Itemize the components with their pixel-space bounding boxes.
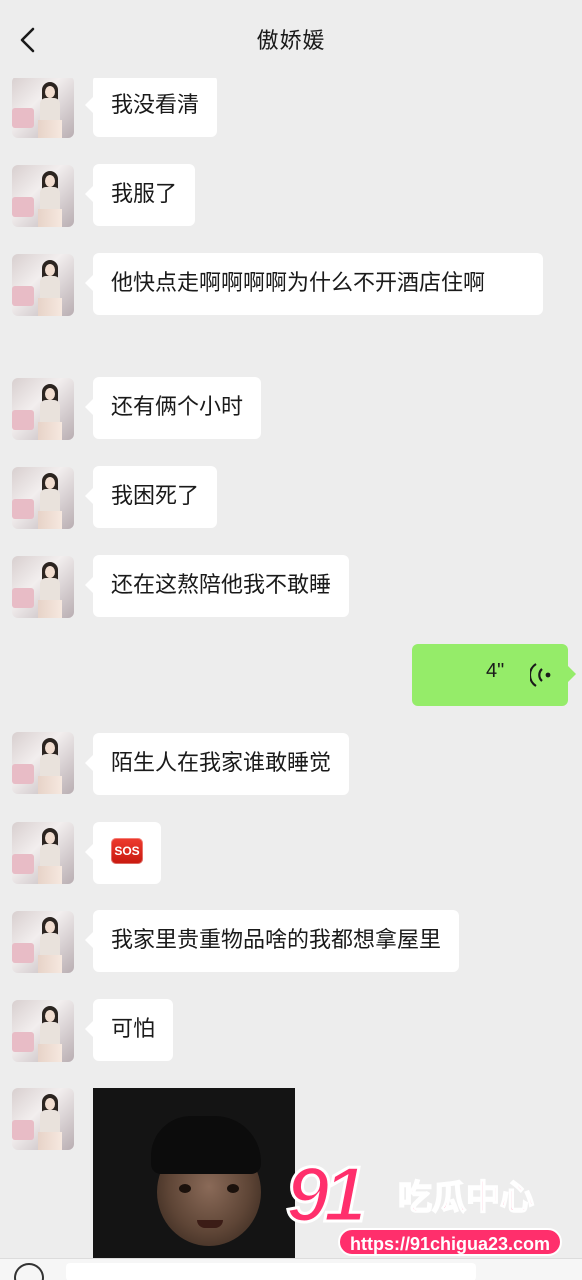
message-bubble[interactable]: 陌生人在我家谁敢睡觉 [84, 733, 350, 795]
message-list[interactable]: 我没看清 我服了 他快点走啊啊啊啊为什么不开酒店住啊 还有俩个小时 我困死了 还… [0, 78, 582, 1258]
contact-avatar[interactable] [12, 1000, 74, 1062]
message-bubble[interactable]: 还在这熬陪他我不敢睡 [84, 555, 350, 617]
contact-avatar[interactable] [12, 165, 74, 227]
contact-avatar[interactable] [12, 822, 74, 884]
image-message[interactable] [93, 1088, 295, 1258]
chat-title: 傲娇媛 [256, 29, 326, 54]
voice-duration: 4" [486, 660, 505, 682]
contact-avatar[interactable] [12, 1088, 74, 1150]
voice-message-bubble[interactable]: 4" [412, 644, 576, 706]
back-button[interactable] [8, 20, 48, 60]
contact-avatar[interactable] [12, 467, 74, 529]
watermark-brand: 吃瓜中心 [397, 1177, 535, 1219]
watermark-url: https://91chigua23.com [338, 1228, 563, 1256]
chevron-left-icon [20, 27, 35, 53]
contact-avatar[interactable] [12, 378, 74, 440]
contact-avatar[interactable] [12, 254, 74, 316]
message-bubble[interactable]: 可怕 [84, 999, 174, 1061]
contact-avatar[interactable] [12, 556, 74, 618]
voice-toggle-button[interactable] [14, 1263, 44, 1280]
message-bubble[interactable]: 还有俩个小时 [84, 377, 262, 439]
message-bubble[interactable]: 他快点走啊啊啊啊为什么不开酒店住啊 [85, 253, 543, 315]
watermark: 91 吃瓜中心 https://91chigua23.com [280, 1148, 580, 1260]
top-bar: 傲娇媛 [0, 0, 582, 78]
sos-emoji-icon: SOS [111, 838, 143, 864]
contact-avatar[interactable] [12, 911, 74, 973]
contact-avatar[interactable] [12, 78, 74, 138]
message-bubble[interactable]: 我服了 [84, 164, 196, 226]
message-bubble[interactable]: 我家里贵重物品啥的我都想拿屋里 [84, 910, 460, 972]
message-bubble[interactable]: 我没看清 [84, 78, 218, 137]
message-input[interactable] [66, 1263, 476, 1280]
message-bubble[interactable]: 我困死了 [84, 466, 218, 528]
input-bar [0, 1258, 582, 1280]
watermark-logo: 91 [285, 1149, 369, 1240]
emoji-message-bubble[interactable]: SOS [85, 822, 161, 884]
voice-wave-icon [530, 663, 551, 687]
contact-avatar[interactable] [12, 732, 74, 794]
